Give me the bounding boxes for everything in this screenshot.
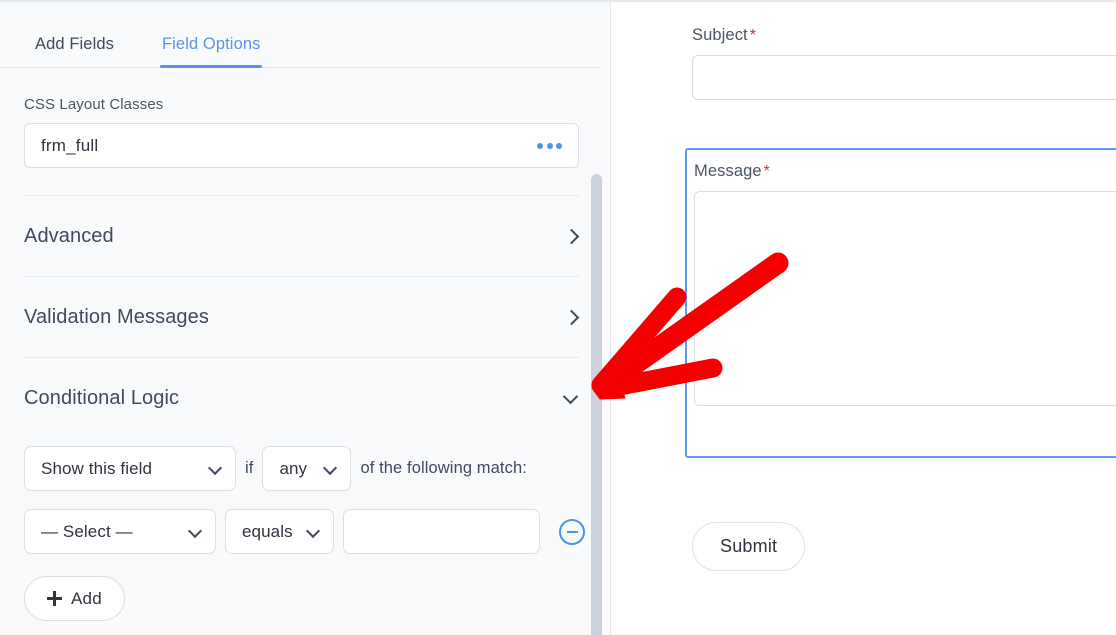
field-options-panel: Add Fields Field Options CSS Layout Clas… (0, 0, 611, 635)
message-textarea[interactable] (694, 191, 1116, 406)
accordion-conditional-logic[interactable]: Conditional Logic (0, 358, 611, 438)
accordion-validation-messages-label: Validation Messages (24, 305, 209, 328)
condition-operator-select[interactable]: equals (225, 509, 334, 554)
condition-action-select[interactable]: Show this field (24, 446, 236, 491)
condition-field-select[interactable]: — Select — (24, 509, 216, 554)
tab-field-options[interactable]: Field Options (159, 35, 262, 68)
accordion-advanced[interactable]: Advanced (0, 196, 611, 276)
required-marker: * (763, 163, 770, 180)
if-label: if (245, 459, 254, 477)
add-condition-button[interactable]: Add (24, 576, 125, 621)
form-preview-panel: Subject * Message * Submit (611, 0, 1116, 635)
accordion-conditional-logic-label: Conditional Logic (24, 386, 180, 409)
chevron-down-icon (324, 462, 337, 475)
tab-add-fields[interactable]: Add Fields (35, 35, 114, 67)
subject-input[interactable] (692, 55, 1116, 100)
css-layout-classes-section: CSS Layout Classes frm_full (0, 96, 611, 168)
preview-field-message[interactable]: Message * (685, 148, 1116, 458)
submit-button[interactable]: Submit (692, 522, 806, 571)
panel-body: CSS Layout Classes frm_full Advanced Val… (0, 96, 611, 621)
condition-operator-value: equals (242, 521, 293, 541)
condition-match-select[interactable]: any (262, 446, 352, 491)
chevron-down-icon[interactable] (563, 390, 579, 406)
message-label-text: Message (694, 162, 762, 180)
css-layout-classes-value[interactable]: frm_full (25, 136, 537, 156)
form-preview-content: Subject * Message * Submit (685, 2, 1116, 635)
condition-match-value: any (279, 458, 308, 478)
condition-header-row: Show this field if any of the following … (24, 446, 587, 491)
chevron-down-icon (189, 525, 202, 538)
chevron-down-icon (209, 462, 222, 475)
css-layout-classes-field[interactable]: frm_full (24, 123, 579, 168)
conditional-logic-body: Show this field if any of the following … (0, 438, 611, 621)
required-marker: * (749, 27, 757, 44)
chevron-down-icon (307, 525, 320, 538)
condition-value-input[interactable] (343, 509, 540, 554)
css-layout-classes-label: CSS Layout Classes (24, 96, 164, 113)
chevron-right-icon[interactable] (563, 228, 579, 244)
subject-label-text: Subject (692, 26, 748, 44)
subject-label: Subject * (692, 26, 1116, 45)
plus-icon (47, 591, 62, 606)
form-builder-app: Add Fields Field Options CSS Layout Clas… (0, 0, 1116, 635)
message-label: Message * (694, 162, 1116, 181)
ellipsis-icon[interactable] (537, 142, 578, 149)
accordion-advanced-label: Advanced (24, 224, 114, 247)
panel-tabs: Add Fields Field Options (0, 2, 600, 68)
accordion-validation-messages[interactable]: Validation Messages (0, 277, 611, 357)
chevron-right-icon[interactable] (563, 309, 579, 325)
vertical-scrollbar[interactable] (591, 174, 602, 635)
minus-circle-icon[interactable] (559, 518, 585, 545)
condition-rule-row: — Select — equals (24, 509, 587, 554)
condition-action-value: Show this field (41, 458, 153, 478)
following-match-label: of the following match: (360, 459, 527, 477)
preview-field-subject[interactable]: Subject * (692, 26, 1116, 100)
condition-field-value: — Select — (41, 521, 133, 541)
add-condition-label: Add (71, 588, 102, 608)
